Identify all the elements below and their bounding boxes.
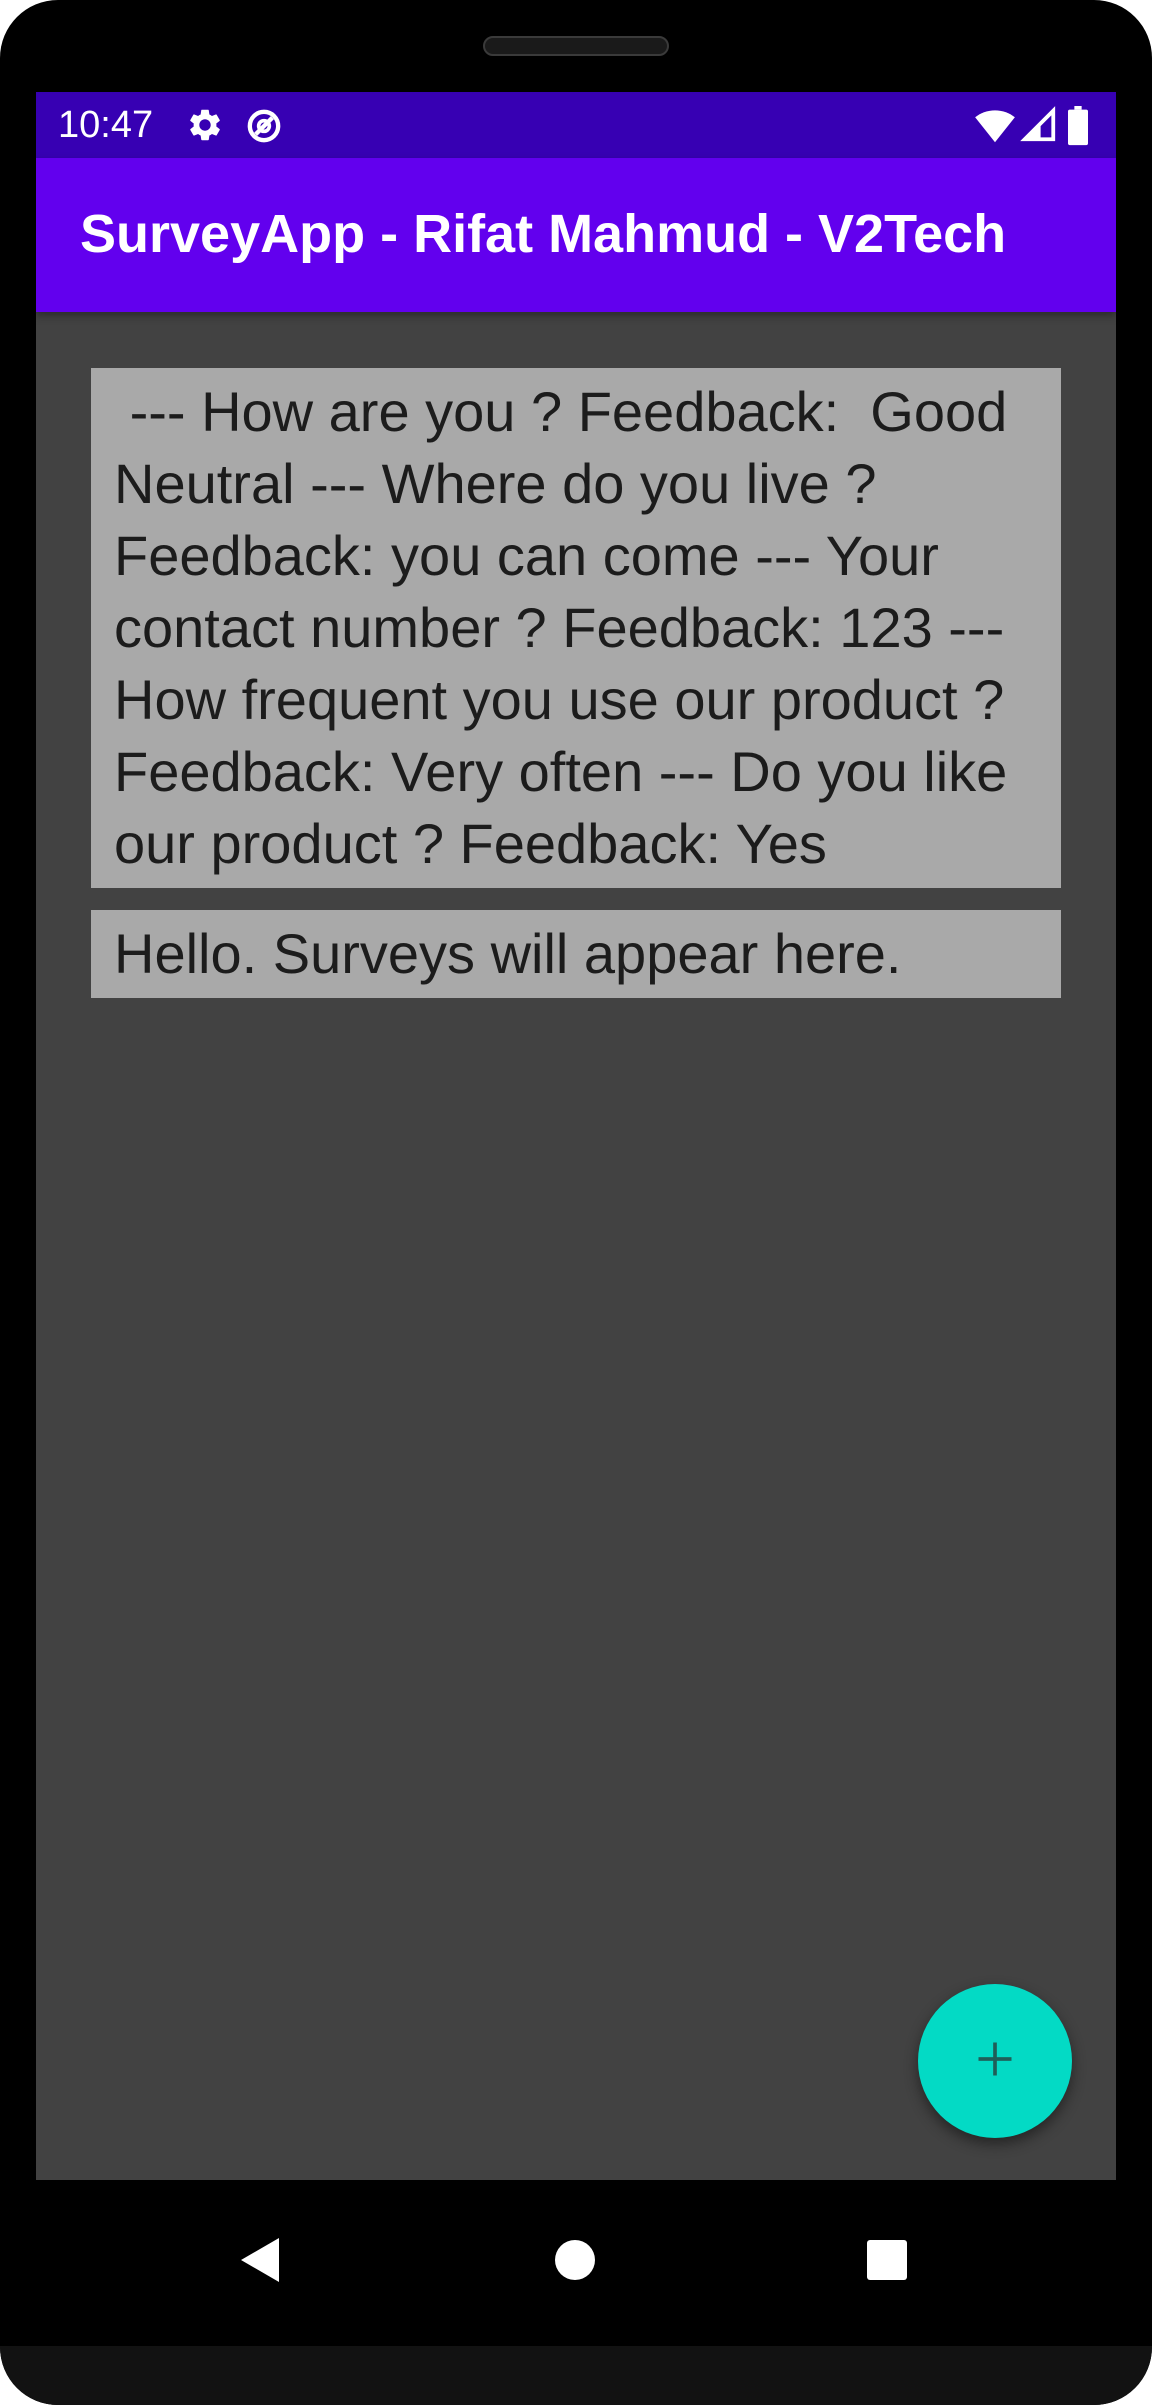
recents-button[interactable] xyxy=(849,2224,925,2300)
status-bar: 10:47 xyxy=(36,92,1116,158)
back-button[interactable] xyxy=(222,2224,298,2300)
earpiece-speaker xyxy=(483,36,669,56)
battery-icon xyxy=(1066,106,1090,146)
data-saver-icon xyxy=(244,106,282,144)
home-icon xyxy=(554,2239,596,2286)
survey-item[interactable]: Hello. Surveys will appear here. xyxy=(91,910,1061,998)
app-bar: SurveyApp - Rifat Mahmud - V2Tech xyxy=(36,158,1116,312)
back-icon xyxy=(239,2236,281,2289)
status-time: 10:47 xyxy=(58,104,154,146)
recents-icon xyxy=(866,2239,908,2286)
survey-item[interactable]: --- How are you ? Feedback: Good Neutral… xyxy=(91,368,1061,888)
device-bottom-edge xyxy=(0,2346,1152,2405)
home-button[interactable] xyxy=(537,2224,613,2300)
device-frame: 10:47 SurveyApp - Rifat Mahmud - V2Tech … xyxy=(0,0,1152,2405)
gear-icon xyxy=(186,106,224,144)
add-survey-button[interactable] xyxy=(918,1984,1072,2138)
wifi-icon xyxy=(974,106,1016,144)
survey-list: --- How are you ? Feedback: Good Neutral… xyxy=(91,368,1061,1020)
phone-screen: 10:47 SurveyApp - Rifat Mahmud - V2Tech … xyxy=(36,92,1116,2180)
plus-icon xyxy=(973,2037,1017,2086)
app-title: SurveyApp - Rifat Mahmud - V2Tech xyxy=(80,204,1007,264)
navigation-bar xyxy=(36,2180,1116,2344)
cell-signal-icon xyxy=(1020,106,1058,144)
